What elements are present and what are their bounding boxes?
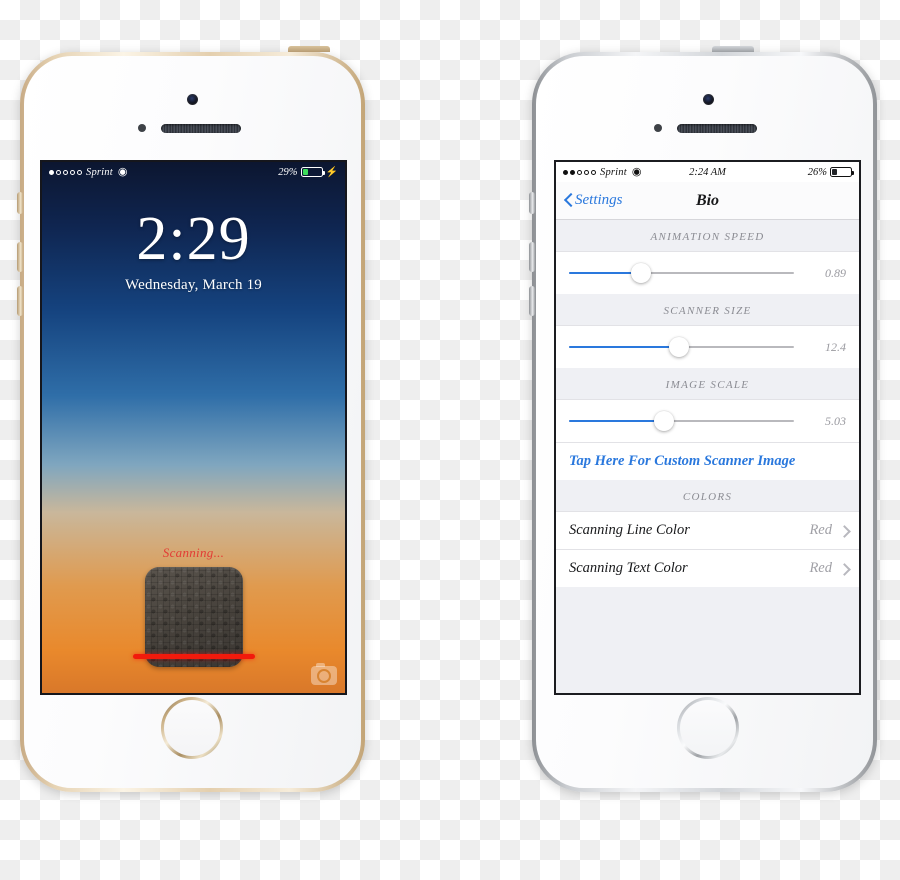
carrier-label: Sprint	[86, 166, 113, 178]
status-bar-right: 26%	[807, 166, 854, 178]
slider-thumb[interactable]	[653, 411, 674, 431]
chevron-left-icon	[564, 194, 572, 207]
scanner-widget: Scanning...	[42, 545, 345, 667]
proximity-sensor-icon	[654, 124, 662, 132]
settings-app: Sprint ◉ 2:24 AM 26% Settings Bio ANIMAT…	[556, 162, 859, 693]
app-status-bar: Sprint ◉ 2:24 AM 26%	[556, 162, 859, 182]
animation-speed-value: 0.89	[825, 265, 846, 280]
scanning-text-color-row[interactable]: Scanning Text Color Red	[556, 549, 859, 587]
charging-bolt-icon: ⚡	[325, 166, 338, 178]
chevron-right-icon	[840, 525, 848, 537]
signal-strength-icon	[563, 169, 596, 175]
scanning-text-color-value: Red	[809, 560, 832, 576]
slider-fill	[569, 420, 664, 422]
wifi-icon: ◉	[631, 165, 642, 178]
image-scale-value: 5.03	[825, 413, 846, 428]
battery-icon	[830, 167, 854, 177]
slider-thumb[interactable]	[631, 263, 651, 283]
section-header-colors: COLORS	[556, 480, 859, 511]
front-camera-icon	[703, 94, 714, 105]
animation-speed-row[interactable]: 0.89	[556, 251, 859, 294]
fingerprint-scanner-image[interactable]	[132, 567, 255, 667]
status-bar-right: 29% ⚡	[278, 167, 338, 178]
navigation-bar: Settings Bio	[556, 182, 859, 220]
earpiece-speaker	[161, 124, 241, 133]
section-header-scanner-size: SCANNER SIZE	[556, 294, 859, 325]
left-phone-screen[interactable]: Sprint ◉ 29% ⚡ 2:29 Wednesday, March 19 …	[42, 162, 345, 693]
scanning-line-color-label: Scanning Line Color	[569, 522, 690, 538]
volume-up-button[interactable]	[17, 242, 23, 272]
mute-switch[interactable]	[529, 192, 535, 214]
camera-icon[interactable]	[311, 663, 337, 685]
scanning-text-color-label: Scanning Text Color	[569, 560, 688, 576]
scanning-status-text: Scanning...	[162, 545, 225, 560]
battery-percent-label: 29%	[278, 166, 298, 178]
scanning-line-color-value: Red	[809, 522, 832, 538]
clock-time: 2:29	[136, 205, 251, 273]
list-bottom-filler	[556, 587, 859, 693]
wifi-icon: ◉	[117, 165, 128, 178]
back-button-label: Settings	[575, 192, 623, 208]
volume-down-button[interactable]	[529, 286, 535, 316]
right-phone-screen[interactable]: Sprint ◉ 2:24 AM 26% Settings Bio ANIMAT…	[556, 162, 859, 693]
clock-date: Wednesday, March 19	[125, 277, 262, 293]
custom-scanner-image-link[interactable]: Tap Here For Custom Scanner Image	[556, 442, 859, 480]
section-header-animation-speed: ANIMATION SPEED	[556, 220, 859, 251]
image-scale-slider[interactable]	[569, 410, 794, 432]
scanning-line	[132, 654, 255, 659]
battery-percent-label: 26%	[807, 166, 827, 178]
scanner-size-slider[interactable]	[569, 336, 794, 358]
screenshot-stage: Sprint ◉ 29% ⚡ 2:29 Wednesday, March 19 …	[0, 0, 900, 880]
left-phone-device: Sprint ◉ 29% ⚡ 2:29 Wednesday, March 19 …	[17, 46, 365, 792]
image-scale-row[interactable]: 5.03	[556, 399, 859, 442]
section-header-image-scale: IMAGE SCALE	[556, 368, 859, 399]
back-button[interactable]: Settings	[564, 192, 623, 209]
slider-fill	[569, 346, 680, 348]
volume-down-button[interactable]	[17, 286, 23, 316]
scanner-size-row[interactable]: 12.4	[556, 325, 859, 368]
home-button[interactable]	[677, 697, 739, 759]
volume-up-button[interactable]	[529, 242, 535, 272]
slider-thumb[interactable]	[669, 337, 690, 357]
settings-list: ANIMATION SPEED 0.89 SCANNER SIZE 12.4 I…	[556, 220, 859, 693]
earpiece-speaker	[677, 124, 757, 133]
animation-speed-slider[interactable]	[569, 262, 794, 284]
front-camera-icon	[187, 94, 198, 105]
lockscreen-clock: 2:29 Wednesday, March 19	[42, 208, 345, 294]
signal-strength-icon	[49, 169, 82, 175]
carrier-label: Sprint	[600, 166, 627, 178]
scanner-size-value: 12.4	[825, 339, 846, 354]
right-phone-device: Sprint ◉ 2:24 AM 26% Settings Bio ANIMAT…	[529, 46, 877, 792]
lockscreen-status-bar: Sprint ◉ 29% ⚡	[42, 162, 345, 182]
chevron-right-icon	[840, 563, 848, 575]
home-button[interactable]	[161, 697, 223, 759]
battery-icon	[300, 167, 325, 177]
scanning-line-color-row[interactable]: Scanning Line Color Red	[556, 511, 859, 549]
proximity-sensor-icon	[138, 124, 146, 132]
mute-switch[interactable]	[17, 192, 23, 214]
